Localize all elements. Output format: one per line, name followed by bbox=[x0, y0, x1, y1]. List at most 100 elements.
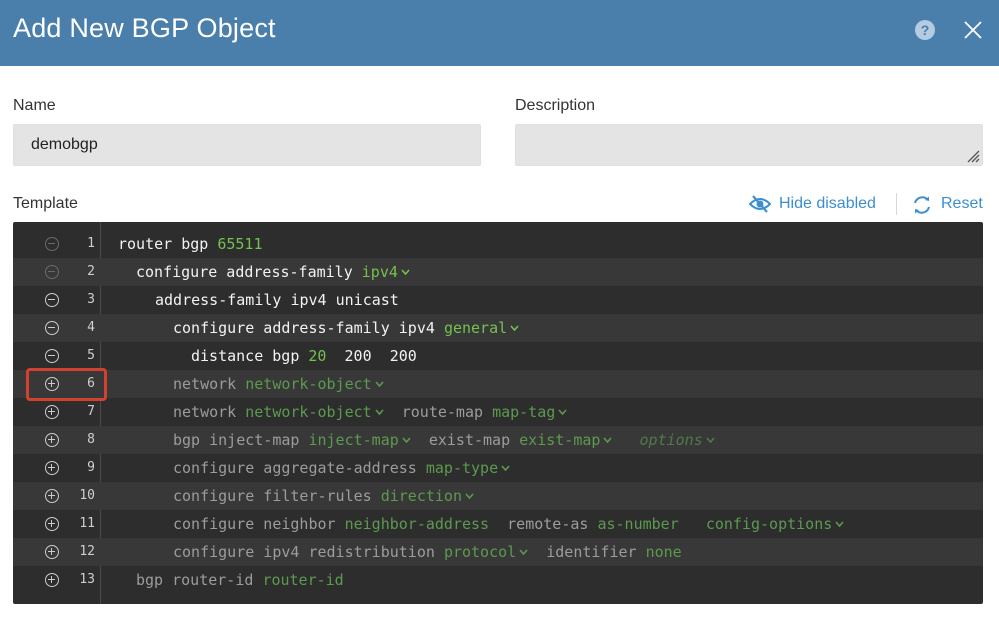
code-text: bgp router-id router-id bbox=[136, 566, 344, 594]
code-token: network bbox=[173, 403, 246, 421]
expand-line-icon[interactable] bbox=[45, 517, 59, 531]
hide-disabled-label: Hide disabled bbox=[779, 195, 876, 212]
line-number: 11 bbox=[79, 516, 95, 531]
token-gap bbox=[411, 431, 420, 449]
chevron-down-icon[interactable] bbox=[519, 549, 528, 555]
collapse-line-icon[interactable] bbox=[45, 349, 59, 363]
token-gap bbox=[384, 375, 393, 393]
code-line: 13 bgp router-id router-id bbox=[13, 566, 983, 594]
code-dropdown-token[interactable]: direction bbox=[381, 487, 462, 505]
code-token: bgp inject-map bbox=[173, 431, 309, 449]
chevron-down-icon[interactable] bbox=[501, 465, 510, 471]
collapse-line-icon[interactable] bbox=[45, 237, 59, 251]
line-number: 9 bbox=[87, 460, 95, 475]
chevron-down-icon[interactable] bbox=[401, 269, 410, 275]
code-token: configure address-family ipv4 bbox=[173, 319, 444, 337]
highlight-annotation bbox=[26, 368, 107, 401]
code-dropdown-token[interactable]: general bbox=[444, 319, 507, 337]
chevron-down-icon[interactable] bbox=[375, 381, 384, 387]
code-text: configure ipv4 redistribution protocol i… bbox=[173, 538, 682, 566]
resize-handle-icon[interactable] bbox=[964, 147, 980, 163]
help-icon[interactable]: ? bbox=[915, 20, 935, 40]
code-dropdown-token[interactable]: exist-map bbox=[519, 431, 600, 449]
expand-line-icon[interactable] bbox=[45, 405, 59, 419]
code-token: router-id bbox=[262, 571, 344, 589]
line-number: 13 bbox=[79, 572, 95, 587]
name-label: Name bbox=[13, 97, 56, 114]
code-token: as-number bbox=[597, 515, 679, 533]
code-text: bgp inject-map inject-map exist-map exis… bbox=[173, 426, 724, 454]
line-number: 1 bbox=[87, 236, 95, 251]
code-line: 3 address-family ipv4 unicast bbox=[13, 286, 983, 314]
chevron-down-icon[interactable] bbox=[465, 493, 474, 499]
code-token: router bgp bbox=[118, 235, 218, 253]
chevron-down-icon[interactable] bbox=[402, 437, 411, 443]
code-text: network network-object bbox=[173, 370, 393, 398]
code-dropdown-token[interactable]: network-object bbox=[245, 375, 371, 393]
template-label: Template bbox=[13, 195, 78, 212]
line-number: 10 bbox=[79, 488, 95, 503]
token-gap bbox=[715, 431, 724, 449]
expand-line-icon[interactable] bbox=[45, 545, 59, 559]
expand-line-icon[interactable] bbox=[45, 461, 59, 475]
collapse-line-icon[interactable] bbox=[45, 265, 59, 279]
code-line: 6 network network-object bbox=[13, 370, 983, 398]
token-gap bbox=[528, 543, 537, 561]
eye-slash-icon bbox=[749, 195, 771, 213]
token-gap bbox=[519, 319, 528, 337]
line-number: 4 bbox=[87, 320, 95, 335]
code-dropdown-token[interactable]: map-tag bbox=[492, 403, 555, 421]
code-token: configure aggregate-address bbox=[173, 459, 426, 477]
code-line: 8 bgp inject-map inject-map exist-map exi… bbox=[13, 426, 983, 454]
code-token: configure filter-rules bbox=[173, 487, 381, 505]
code-dropdown-token[interactable]: config-options bbox=[706, 515, 832, 533]
code-dropdown-token[interactable]: network-object bbox=[245, 403, 371, 421]
chevron-down-icon[interactable] bbox=[835, 521, 844, 527]
expand-line-icon[interactable] bbox=[45, 573, 59, 587]
name-input[interactable]: demobgp bbox=[13, 124, 481, 166]
code-dropdown-token[interactable]: options bbox=[640, 431, 703, 449]
code-dropdown-token[interactable]: protocol bbox=[444, 543, 516, 561]
token-gap bbox=[384, 403, 393, 421]
token-gap bbox=[474, 487, 483, 505]
dialog-title: Add New BGP Object bbox=[13, 13, 276, 43]
line-number: 5 bbox=[87, 348, 95, 363]
close-icon[interactable] bbox=[960, 17, 986, 43]
code-line: 1 router bgp 65511 bbox=[13, 230, 983, 258]
reset-label: Reset bbox=[941, 195, 983, 212]
description-textarea[interactable] bbox=[515, 124, 983, 166]
collapse-line-icon[interactable] bbox=[45, 293, 59, 307]
collapse-line-icon[interactable] bbox=[45, 321, 59, 335]
code-dropdown-token[interactable]: inject-map bbox=[308, 431, 398, 449]
code-token: 200 bbox=[344, 347, 372, 365]
refresh-icon bbox=[914, 196, 930, 214]
code-line: 12 configure ipv4 redistribution protocol… bbox=[13, 538, 983, 566]
line-number: 8 bbox=[87, 432, 95, 447]
chevron-down-icon[interactable] bbox=[706, 437, 715, 443]
code-text: configure aggregate-address map-type bbox=[173, 454, 519, 482]
code-token: 200 bbox=[389, 347, 417, 365]
code-line: 7 network network-object route-map map-ta… bbox=[13, 398, 983, 426]
code-token: address-family ipv4 unicast bbox=[155, 291, 399, 309]
code-token: identifier bbox=[537, 543, 646, 561]
code-dropdown-token[interactable]: ipv4 bbox=[362, 263, 398, 281]
chevron-down-icon[interactable] bbox=[558, 409, 567, 415]
code-token: configure ipv4 redistribution bbox=[173, 543, 444, 561]
line-number: 2 bbox=[87, 264, 95, 279]
code-line: 5 distance bgp 20 200 200 bbox=[13, 342, 983, 370]
expand-line-icon[interactable] bbox=[45, 433, 59, 447]
code-token: bgp router-id bbox=[136, 571, 263, 589]
chevron-down-icon[interactable] bbox=[510, 325, 519, 331]
code-dropdown-token[interactable]: map-type bbox=[426, 459, 498, 477]
token-gap bbox=[510, 459, 519, 477]
code-line: 10 configure filter-rules direction bbox=[13, 482, 983, 510]
code-line: 4 configure address-family ipv4 general bbox=[13, 314, 983, 342]
code-token: configure neighbor bbox=[173, 515, 345, 533]
expand-line-icon[interactable] bbox=[45, 489, 59, 503]
template-code-editor[interactable]: 1 router bgp 65511 2 configure address-fami… bbox=[13, 222, 983, 604]
code-text: configure address-family ipv4 bbox=[136, 258, 419, 286]
code-token: route-map bbox=[392, 403, 493, 421]
chevron-down-icon[interactable] bbox=[375, 409, 384, 415]
